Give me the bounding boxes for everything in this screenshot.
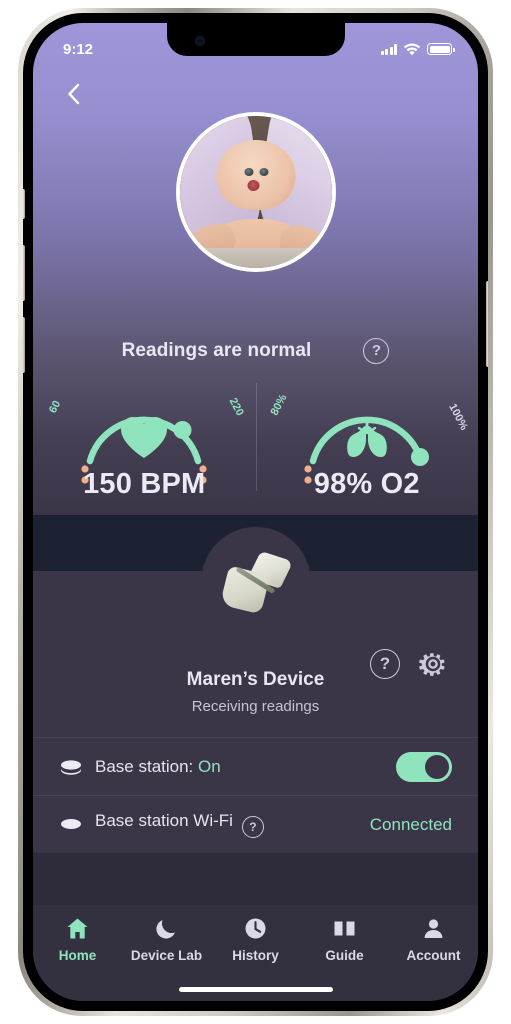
gear-icon[interactable] [418,649,448,679]
gauges-row: 60 220 150 BPM 80% 100% 98% O2 [33,375,478,515]
row-base-station[interactable]: Base station: On [33,737,478,795]
device-actions: ? [370,649,448,679]
person-icon [424,919,443,938]
header-section: Readings are normal ? 60 220 150 BPM 80%… [33,23,478,515]
notch [166,23,345,56]
base-station-value: On [198,756,221,776]
tab-account[interactable]: Account [389,916,478,1001]
tab-history-label: History [232,948,279,963]
status-text: Readings are normal [121,340,312,361]
back-button[interactable] [59,79,89,109]
readings-status: Readings are normal ? [33,338,478,364]
status-help-icon[interactable]: ? [363,338,390,364]
front-camera [194,36,205,46]
heart-rate-knob [173,421,192,439]
power-button[interactable] [486,281,488,367]
home-indicator[interactable] [178,987,333,992]
phone-frame: 9:12 Readings are normal ? 60 220 150 BP… [18,8,493,1016]
base-station-icon [59,759,89,775]
cellular-signal-icon [380,43,397,55]
app-screen: 9:12 Readings are normal ? 60 220 150 BP… [33,23,478,1001]
lungs-icon [346,417,387,457]
device-subtitle: Receiving readings [191,698,320,715]
home-icon [67,918,88,939]
oxygen-value: 98% O2 [313,468,420,500]
gauge-heart-rate[interactable]: 60 220 150 BPM [33,375,256,515]
wifi-status-value: Connected [369,814,452,834]
status-bar-time: 9:12 [63,40,94,58]
wifi-icon [403,43,421,55]
silence-switch[interactable] [23,189,25,219]
tab-home-label: Home [58,948,97,963]
base-station-label: Base station: On [95,756,221,776]
chevron-left-icon [68,83,80,105]
gauge-oxygen[interactable]: 80% 100% 98% O2 [256,375,479,515]
battery-full-icon [427,43,455,55]
clock-icon [245,918,266,939]
device-help-icon[interactable]: ? [370,649,400,679]
status-bar-icons [380,43,455,56]
base-station-wifi-label: Base station Wi-Fi? [95,811,370,838]
moon-icon [156,920,175,939]
row-base-station-wifi[interactable]: Base station Wi-Fi? Connected [33,795,478,853]
heart-icon [121,417,168,458]
volume-up-button[interactable] [23,245,25,301]
tab-account-label: Account [406,948,461,963]
phone-bezel: 9:12 Readings are normal ? 60 220 150 BP… [23,13,488,1011]
device-section: ? Maren’s Device Receiving readings Base… [33,527,478,853]
tab-guide-label: Guide [325,948,364,963]
baby-sock-device-icon [218,544,293,621]
tab-device-lab-label: Device Lab [130,948,203,963]
base-station-icon [59,817,89,833]
oxygen-knob [410,448,429,466]
volume-down-button[interactable] [23,317,25,373]
tab-home[interactable]: Home [33,916,122,1001]
avatar[interactable] [175,112,336,272]
baby-photo [179,116,332,268]
device-image[interactable] [200,527,311,637]
wifi-help-icon[interactable]: ? [241,816,264,838]
heart-rate-value: 150 BPM [83,468,206,500]
base-station-toggle[interactable] [396,751,452,782]
book-icon [334,921,355,936]
